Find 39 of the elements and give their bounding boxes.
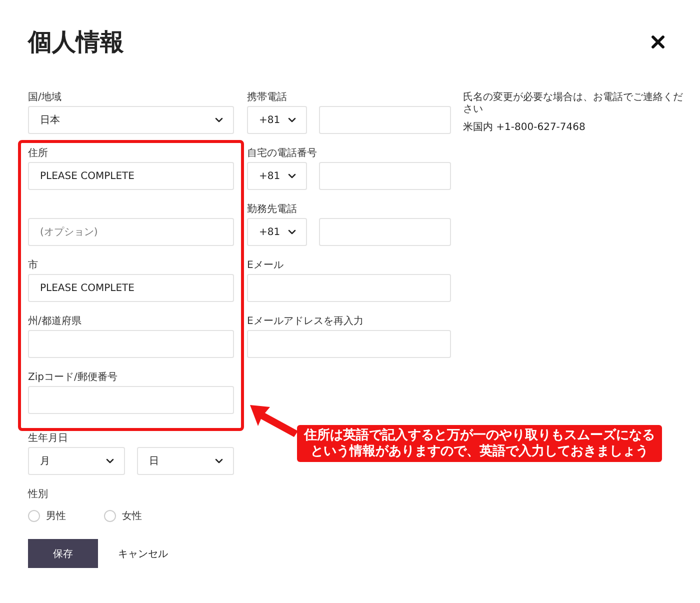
email-input[interactable] [247, 274, 451, 302]
page-title: 個人情報 [28, 27, 124, 58]
country-select[interactable]: 日本 [28, 106, 234, 134]
phone-input[interactable] [319, 106, 451, 134]
country-code-select[interactable]: +81 [247, 106, 307, 134]
annotation-callout: 住所は英語で記入すると万が一のやり取りもスムーズになる という情報がありますので、英語で入力しておきましょう [297, 425, 662, 462]
field-label: 州/都道府県 [28, 316, 82, 329]
input-field[interactable]: (オプション) [28, 218, 234, 246]
field-label: 携帯電話 [247, 92, 288, 105]
field-label: 市 [28, 260, 39, 273]
email-input[interactable] [247, 330, 451, 358]
cancel-button[interactable]: キャンセル [118, 546, 168, 560]
field-label: 自宅の電話番号 [247, 148, 318, 161]
name-change-note: 氏名の変更が必要な場合は、お電話でご連絡ください [463, 92, 683, 116]
field-label: Zipコード/郵便番号 [28, 372, 118, 385]
country-code-select[interactable]: +81 [247, 218, 307, 246]
country-code-select[interactable]: +81 [247, 162, 307, 190]
radio-option[interactable]: 女性 [104, 509, 142, 523]
field-label: Eメールアドレスを再入力 [247, 316, 364, 329]
date-select[interactable]: 月 [28, 447, 125, 475]
phone-number: 米国内 +1-800-627-7468 [463, 120, 586, 134]
field-label: 勤務先電話 [247, 204, 298, 217]
field-label: 生年月日 [28, 433, 69, 446]
field-label: 性別 [28, 489, 49, 502]
radio-icon[interactable] [104, 510, 116, 522]
input-field[interactable] [28, 330, 234, 358]
save-button[interactable]: 保存 [28, 539, 98, 568]
date-select[interactable]: 日 [137, 447, 234, 475]
phone-input[interactable] [319, 162, 451, 190]
arrow-icon [250, 405, 298, 437]
radio-icon[interactable] [28, 510, 40, 522]
input-field[interactable] [28, 386, 234, 414]
radio-option[interactable]: 男性 [28, 509, 66, 523]
phone-input[interactable] [319, 218, 451, 246]
field-label: Eメール [247, 260, 284, 273]
field-label: 国/地域 [28, 92, 62, 105]
field-label: 住所 [28, 148, 49, 161]
input-field[interactable]: PLEASE COMPLETE [28, 162, 234, 190]
input-field[interactable]: PLEASE COMPLETE [28, 274, 234, 302]
